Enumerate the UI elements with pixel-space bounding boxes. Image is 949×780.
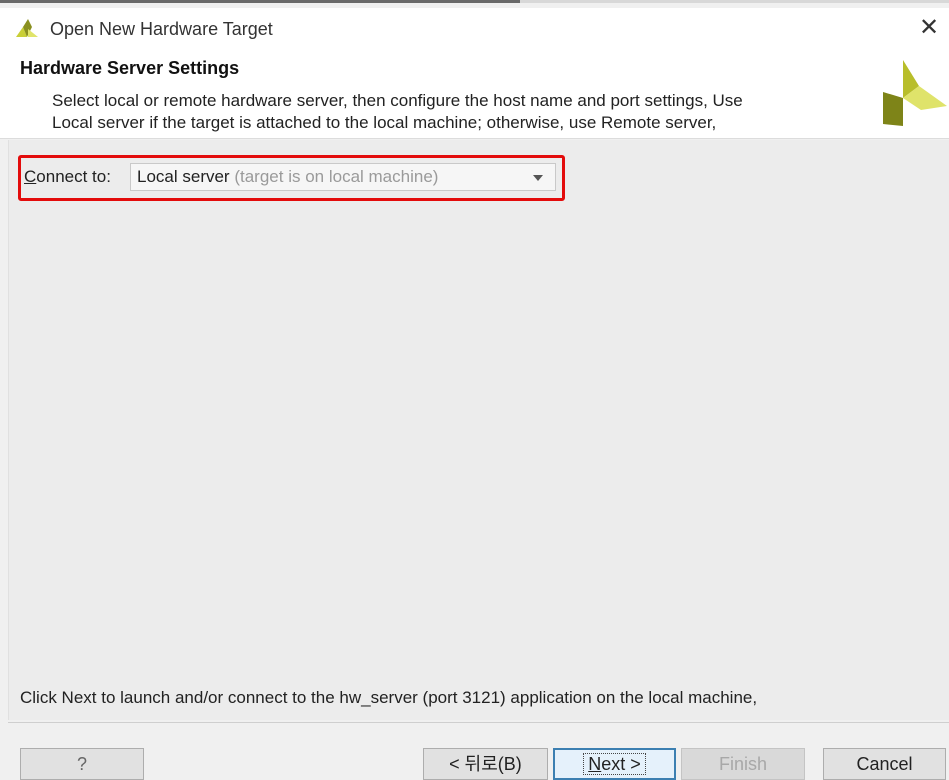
next-button-label: Next > bbox=[583, 753, 646, 775]
page-description: Select local or remote hardware server, … bbox=[52, 90, 852, 134]
wizard-header: Hardware Server Settings Select local or… bbox=[0, 50, 949, 139]
next-label-text: ext > bbox=[601, 754, 641, 774]
vivado-logo-icon bbox=[883, 60, 947, 126]
select-value: Local server (target is on local machine… bbox=[137, 167, 438, 187]
connect-to-select[interactable]: Local server (target is on local machine… bbox=[130, 163, 556, 191]
selected-option-hint: (target is on local machine) bbox=[234, 167, 439, 186]
connect-to-mnemonic: C bbox=[24, 167, 37, 186]
content-area bbox=[8, 140, 949, 720]
window-title: Open New Hardware Target bbox=[50, 19, 273, 39]
page-description-line-1: Select local or remote hardware server, … bbox=[52, 91, 743, 110]
cancel-button[interactable]: Cancel bbox=[823, 748, 946, 780]
top-edge-dark bbox=[0, 0, 520, 3]
next-mnemonic: N bbox=[588, 754, 602, 774]
title-bar: Open New Hardware Target ✕ bbox=[0, 8, 949, 50]
finish-button[interactable]: Finish bbox=[681, 748, 805, 780]
page-description-line-2: Local server if the target is attached t… bbox=[52, 113, 717, 132]
button-divider bbox=[8, 722, 949, 723]
help-button[interactable]: ? bbox=[20, 748, 144, 780]
top-edge bbox=[0, 0, 949, 3]
connect-to-label-text: onnect to: bbox=[36, 167, 111, 186]
page-title: Hardware Server Settings bbox=[20, 58, 240, 78]
footer-info-text: Click Next to launch and/or connect to t… bbox=[20, 688, 758, 707]
chevron-down-icon[interactable] bbox=[533, 175, 543, 181]
selected-option: Local server bbox=[137, 167, 230, 186]
app-icon bbox=[16, 19, 38, 37]
back-button[interactable]: < 뒤로(B) bbox=[423, 748, 548, 780]
next-button[interactable]: Next > bbox=[553, 748, 676, 780]
close-icon[interactable]: ✕ bbox=[915, 14, 943, 42]
connect-to-label: Connect to: bbox=[24, 167, 111, 187]
